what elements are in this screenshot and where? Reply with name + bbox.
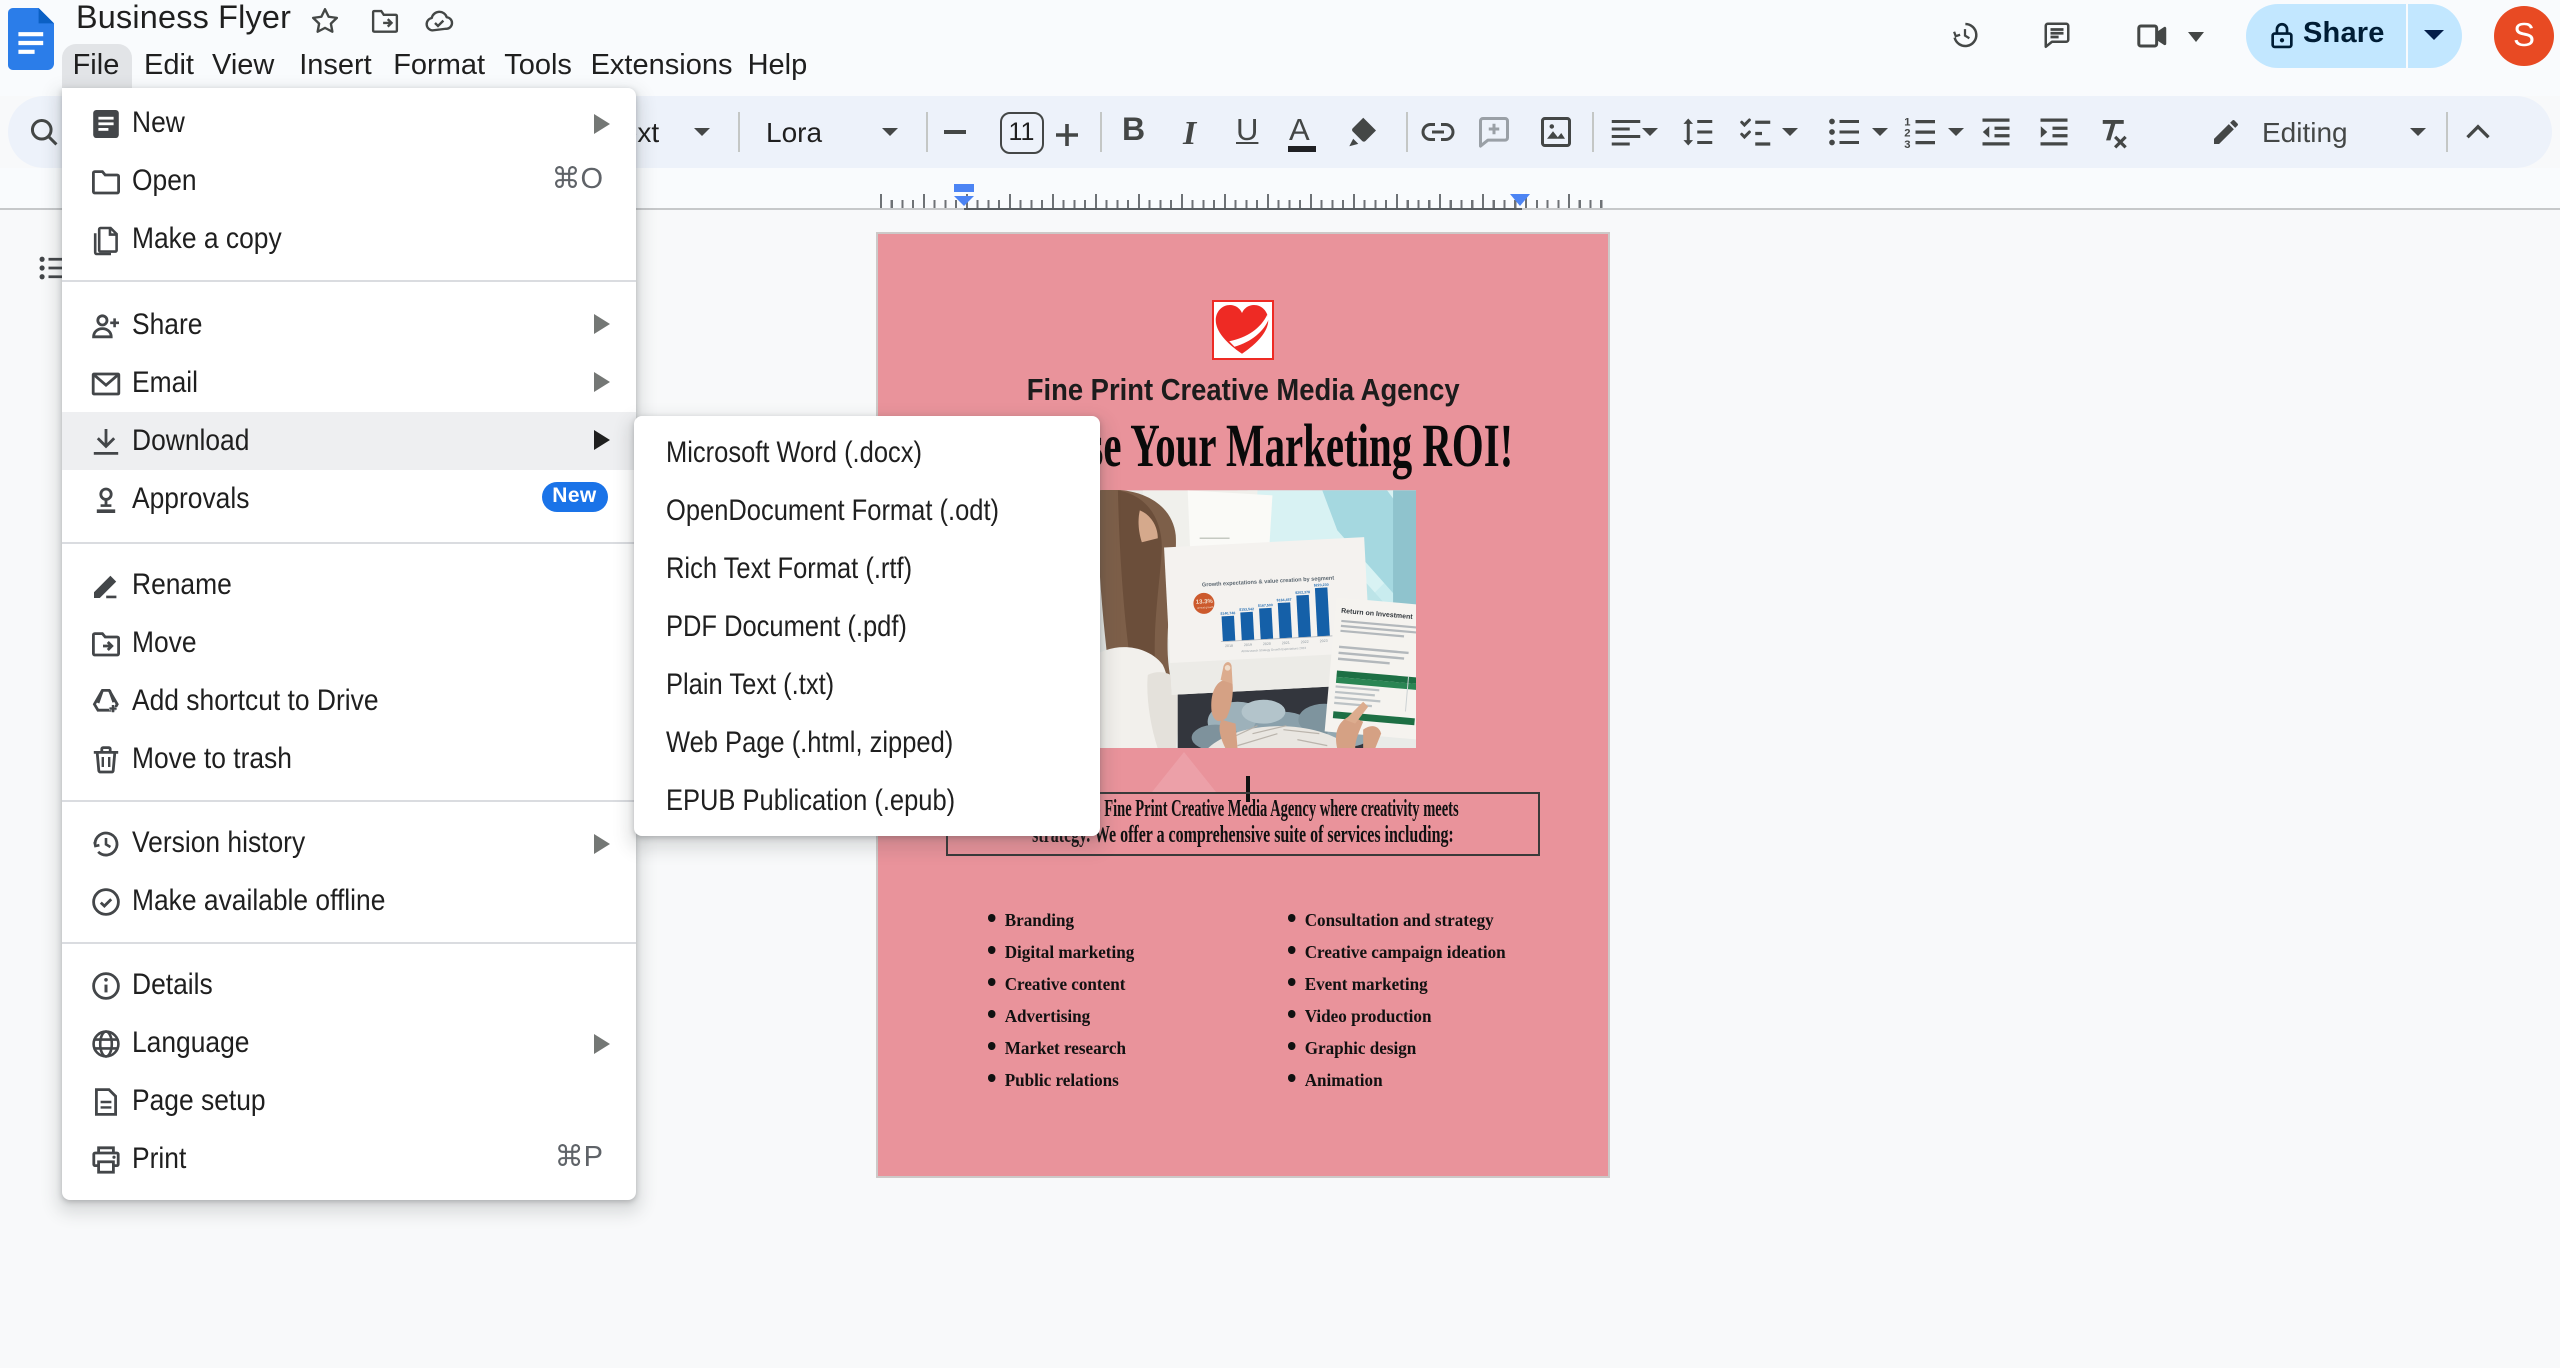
svg-text:2023: 2023 [1319, 638, 1327, 642]
svg-text:$153,542: $153,542 [1238, 606, 1253, 611]
svg-text:1: 1 [1903, 115, 1909, 127]
svg-text:2018: 2018 [1224, 643, 1232, 647]
svg-text:$223,230: $223,230 [1313, 582, 1328, 587]
svg-text:2022: 2022 [1300, 639, 1308, 643]
svg-text:2019: 2019 [1243, 642, 1251, 646]
svg-text:$202,378: $202,378 [1294, 589, 1309, 594]
svg-text:$167,500: $167,500 [1257, 602, 1272, 607]
svg-text:2: 2 [1903, 127, 1909, 139]
svg-text:$184,457: $184,457 [1276, 597, 1291, 602]
svg-text:2020: 2020 [1262, 641, 1270, 645]
svg-text:$140,748: $140,748 [1219, 610, 1234, 615]
svg-text:3: 3 [1903, 138, 1909, 149]
svg-text:13.3%: 13.3% [1195, 598, 1213, 605]
svg-text:2021: 2021 [1281, 640, 1289, 644]
